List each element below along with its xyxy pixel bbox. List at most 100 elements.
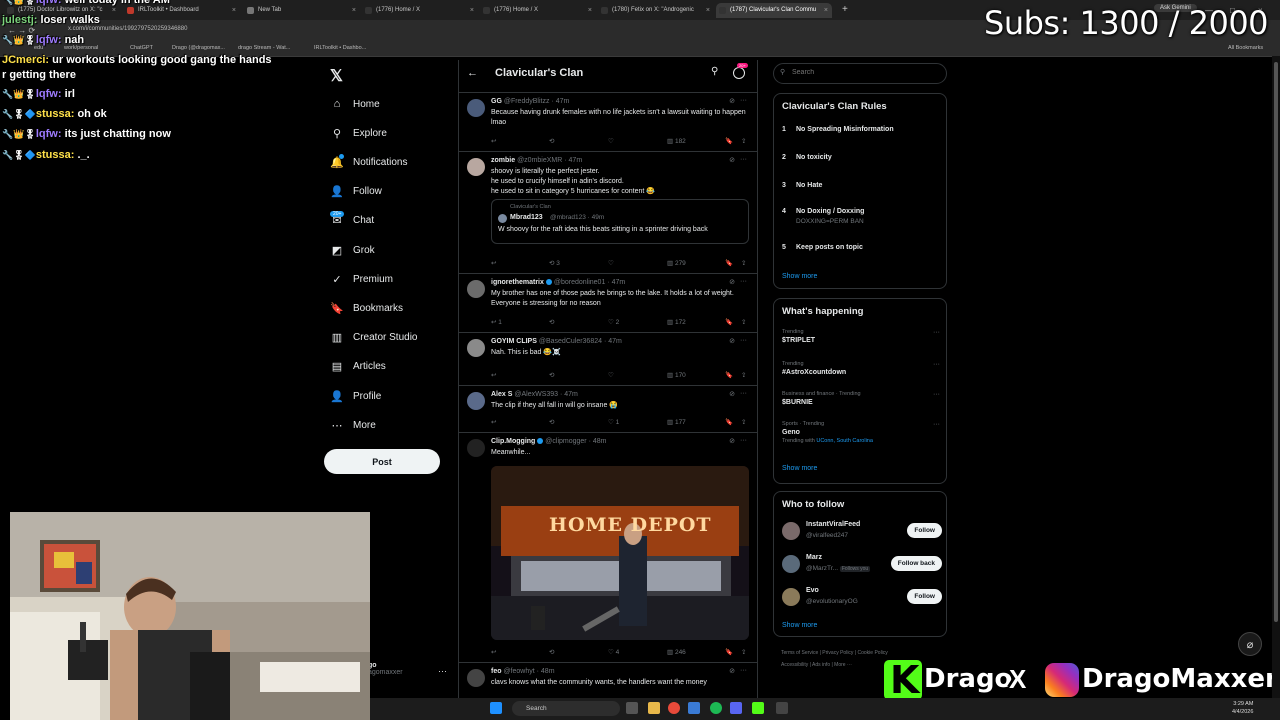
reply-button[interactable]: ↩ bbox=[491, 259, 496, 267]
quoted-tweet[interactable]: Clavicular's Clan Mbrad123 @mbrad123 · 49m… bbox=[491, 199, 749, 244]
author-handle[interactable]: @BasedCuler36824 bbox=[539, 338, 602, 345]
follow-button[interactable]: Follow bbox=[907, 589, 942, 604]
bookmark-icon[interactable]: 🔖 bbox=[725, 137, 733, 145]
bookmark-icon[interactable]: 🔖 bbox=[725, 259, 733, 267]
follow-suggestion[interactable]: Evo @evolutionaryOG Follow bbox=[782, 585, 942, 609]
bookmark-icon[interactable]: 🔖 bbox=[725, 318, 733, 326]
bookmark-icon[interactable]: 🔖 bbox=[725, 418, 733, 426]
follow-button[interactable]: Follow bbox=[907, 523, 942, 538]
app-icon[interactable] bbox=[688, 702, 700, 714]
trends-show-more-link[interactable]: Show more bbox=[782, 465, 817, 472]
tweet[interactable]: Clip.Mogging @clipmogger · 48m ⊘ ··· Meanwh… bbox=[459, 432, 757, 663]
suggestion-name[interactable]: InstantViralFeed bbox=[806, 521, 860, 528]
tab-close-icon[interactable]: × bbox=[352, 3, 356, 18]
nav-item-explore[interactable]: ⚲ Explore bbox=[330, 122, 387, 144]
footer-links-2[interactable]: Accessibility | Ads info | More ··· bbox=[781, 662, 852, 668]
more-icon[interactable]: ··· bbox=[740, 156, 747, 163]
nav-item-more[interactable]: ⋯ More bbox=[330, 414, 376, 436]
follow-suggestion[interactable]: InstantViralFeed @viralfeed247 Follow bbox=[782, 519, 942, 543]
follow-button[interactable]: Follow back bbox=[890, 556, 942, 571]
author-name[interactable]: ignorethematrix bbox=[491, 279, 544, 286]
more-icon[interactable]: ··· bbox=[740, 278, 747, 285]
search-input[interactable] bbox=[790, 68, 944, 77]
author-handle[interactable]: @feowhyt bbox=[503, 668, 534, 675]
views-button[interactable]: ▥ 172 bbox=[667, 318, 686, 326]
system-clock[interactable]: 3:29 AM 4/4/2026 bbox=[1232, 700, 1253, 716]
author-name[interactable]: Clip.Mogging bbox=[491, 438, 535, 445]
tweet[interactable]: Alex S @AlexWS393 · 47m ⊘ ··· The clip if t… bbox=[459, 385, 757, 433]
repost-button[interactable]: ⟲ bbox=[549, 371, 554, 379]
repost-button[interactable]: ⟲ 3 bbox=[549, 259, 560, 267]
browser-tab[interactable]: (1776) Home / X × bbox=[362, 3, 478, 18]
grok-explain-icon[interactable]: ⊘ bbox=[729, 97, 735, 105]
grok-explain-icon[interactable]: ⊘ bbox=[729, 667, 735, 675]
trend-more-icon[interactable]: ··· bbox=[933, 329, 940, 336]
bookmark-item[interactable]: ChatGPT bbox=[130, 45, 153, 51]
avatar[interactable] bbox=[467, 99, 485, 117]
x-logo-icon[interactable]: 𝕏 bbox=[330, 66, 343, 86]
tab-close-icon[interactable]: × bbox=[706, 3, 710, 18]
grok-float-icon[interactable]: ⌀ bbox=[1238, 632, 1262, 656]
reply-button[interactable]: ↩ bbox=[491, 371, 496, 379]
all-bookmarks[interactable]: All Bookmarks bbox=[1228, 45, 1263, 51]
author-name[interactable]: zombie bbox=[491, 157, 515, 164]
rules-show-more-link[interactable]: Show more bbox=[782, 273, 817, 280]
trend-item[interactable]: Trending $TRIPLET ··· bbox=[782, 329, 940, 344]
trend-context-link[interactable]: UConn, South Carolina bbox=[816, 438, 873, 444]
tweet[interactable]: GG @FreddyBlitzz · 47m ⊘ ··· Because having… bbox=[459, 92, 757, 152]
bookmark-icon[interactable]: 🔖 bbox=[725, 648, 733, 656]
author-handle[interactable]: @AlexWS393 bbox=[514, 391, 558, 398]
views-button[interactable]: ▥ 182 bbox=[667, 137, 686, 145]
tab-close-icon[interactable]: × bbox=[824, 3, 828, 18]
share-icon[interactable]: ⇪ bbox=[741, 137, 746, 145]
trend-item[interactable]: Trending #AstroXcountdown ··· bbox=[782, 361, 940, 376]
tab-close-icon[interactable]: × bbox=[232, 3, 236, 18]
nav-item-creator-studio[interactable]: ▥ Creator Studio bbox=[330, 327, 418, 349]
trend-more-icon[interactable]: ··· bbox=[933, 421, 940, 428]
reply-button[interactable]: ↩ 1 bbox=[491, 318, 502, 326]
grok-explain-icon[interactable]: ⊘ bbox=[729, 278, 735, 286]
file-explorer-icon[interactable] bbox=[648, 702, 660, 714]
bookmark-item[interactable]: drago Stream - Wat... bbox=[238, 45, 290, 51]
browser-tab[interactable]: New Tab × bbox=[244, 3, 360, 18]
author-handle[interactable]: @clipmogger bbox=[545, 438, 586, 445]
share-icon[interactable]: ⇪ bbox=[741, 259, 746, 267]
bookmark-icon[interactable]: 🔖 bbox=[725, 371, 733, 379]
tab-close-icon[interactable]: × bbox=[588, 3, 592, 18]
like-button[interactable]: ♡ bbox=[608, 259, 614, 267]
trend-item[interactable]: Business and finance · Trending $BURNIE ··… bbox=[782, 391, 940, 406]
avatar[interactable] bbox=[467, 280, 485, 298]
obs-icon[interactable] bbox=[776, 702, 788, 714]
author-name[interactable]: GOYIM CLIPS bbox=[491, 338, 537, 345]
like-button[interactable]: ♡ 1 bbox=[608, 418, 619, 426]
browser-tab[interactable]: (1780) Fetix on X: "Androgenic × bbox=[598, 3, 714, 18]
tab-close-icon[interactable]: × bbox=[470, 3, 474, 18]
repost-button[interactable]: ⟲ bbox=[549, 648, 554, 656]
community-avatar-icon[interactable] bbox=[733, 67, 745, 79]
share-icon[interactable]: ⇪ bbox=[741, 648, 746, 656]
views-button[interactable]: ▥ 170 bbox=[667, 371, 686, 379]
reply-button[interactable]: ↩ bbox=[491, 418, 496, 426]
author-name[interactable]: Alex S bbox=[491, 391, 512, 398]
trend-more-icon[interactable]: ··· bbox=[933, 361, 940, 368]
suggestion-name[interactable]: Evo bbox=[806, 587, 819, 594]
task-view-icon[interactable] bbox=[626, 702, 638, 714]
avatar[interactable] bbox=[782, 522, 800, 540]
kick-taskbar-icon[interactable] bbox=[752, 702, 764, 714]
reply-button[interactable]: ↩ bbox=[491, 137, 496, 145]
like-button[interactable]: ♡ bbox=[608, 137, 614, 145]
chrome-icon[interactable] bbox=[668, 702, 680, 714]
nav-item-bookmarks[interactable]: 🔖 Bookmarks bbox=[330, 297, 403, 319]
like-button[interactable]: ♡ bbox=[608, 371, 614, 379]
suggestion-name[interactable]: Marz bbox=[806, 554, 822, 561]
bookmark-item[interactable]: IRLToolkit • Dashbo... bbox=[314, 45, 366, 51]
grok-explain-icon[interactable]: ⊘ bbox=[729, 337, 735, 345]
avatar[interactable] bbox=[467, 158, 485, 176]
start-menu-icon[interactable] bbox=[490, 702, 502, 714]
follow-show-more-link[interactable]: Show more bbox=[782, 622, 817, 629]
grok-explain-icon[interactable]: ⊘ bbox=[729, 156, 735, 164]
repost-button[interactable]: ⟲ bbox=[549, 137, 554, 145]
search-box[interactable]: ⚲ bbox=[773, 63, 947, 84]
avatar[interactable] bbox=[782, 588, 800, 606]
avatar[interactable] bbox=[467, 339, 485, 357]
